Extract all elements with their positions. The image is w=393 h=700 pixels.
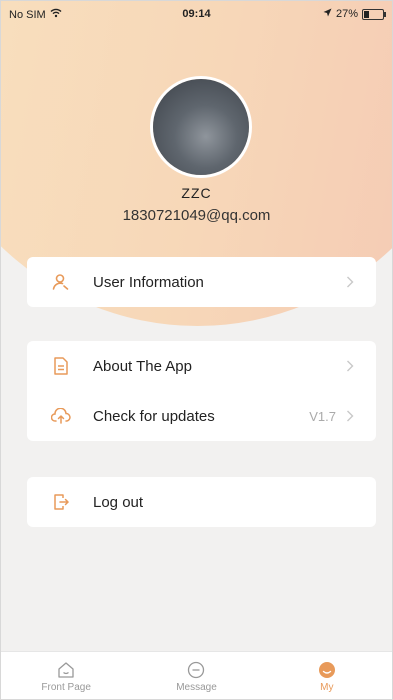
logout-icon (51, 492, 71, 512)
document-icon (51, 356, 71, 376)
battery-percent: 27% (335, 8, 358, 20)
status-bar: No SIM 09:14 27% (1, 1, 392, 29)
tab-front-page[interactable]: Front Page (1, 652, 131, 699)
user-info-card: User Information (27, 257, 376, 307)
tab-label: Front Page (41, 681, 91, 693)
check-updates-label: Check for updates (93, 407, 215, 425)
profile-icon (317, 660, 337, 680)
user-name: ZZC (181, 185, 212, 201)
app-screen: No SIM 09:14 27% ZZC 1830721049@qq.com U… (0, 0, 393, 700)
user-information-row[interactable]: User Information (27, 257, 376, 307)
about-app-row[interactable]: About The App (27, 341, 376, 391)
user-information-label: User Information (93, 273, 204, 291)
chevron-right-icon (342, 276, 358, 288)
app-version: V1.7 (309, 408, 336, 424)
tab-label: My (320, 681, 334, 693)
tab-bar: Front Page Message My (1, 651, 392, 699)
logout-card: Log out (27, 477, 376, 527)
check-updates-row[interactable]: Check for updates V1.7 (27, 391, 376, 441)
logout-row[interactable]: Log out (27, 477, 376, 527)
user-icon (51, 272, 71, 292)
home-icon (56, 660, 76, 680)
about-app-label: About The App (93, 357, 192, 375)
cloud-upload-icon (51, 406, 71, 426)
tab-my[interactable]: My (262, 652, 392, 699)
app-card: About The App Check for updates V1.7 (27, 341, 376, 441)
avatar[interactable] (153, 79, 249, 175)
chevron-right-icon (342, 410, 358, 422)
location-arrow-icon (323, 8, 332, 20)
tab-message[interactable]: Message (131, 652, 261, 699)
user-email: 1830721049@qq.com (122, 207, 271, 224)
battery-icon (362, 8, 386, 20)
logout-label: Log out (93, 493, 144, 511)
message-icon (186, 660, 206, 680)
tab-label: Message (176, 681, 217, 693)
chevron-right-icon (342, 360, 358, 372)
